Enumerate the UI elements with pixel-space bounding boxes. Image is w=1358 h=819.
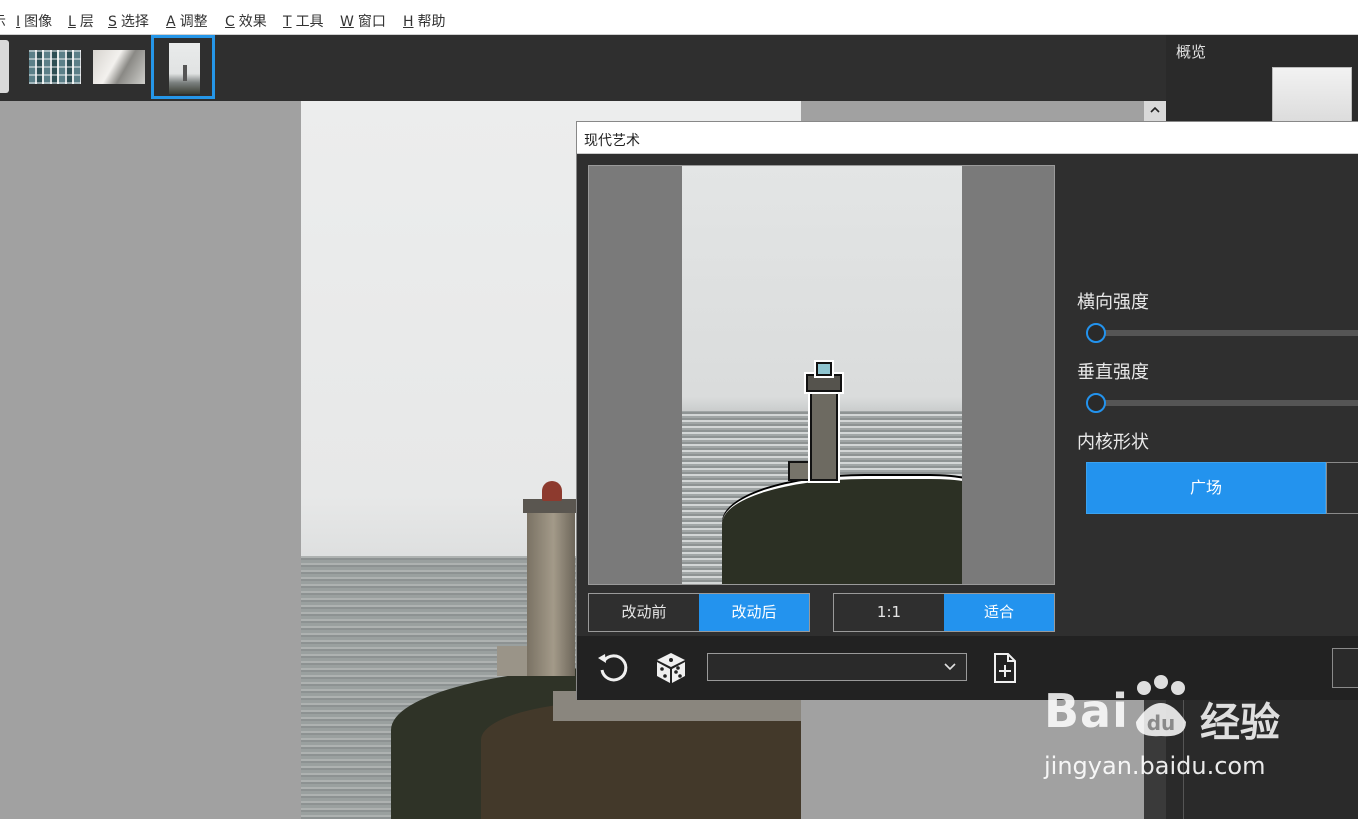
menu-accel-key: H: [403, 14, 414, 30]
image-thumbnail-selected[interactable]: [151, 35, 215, 99]
chevron-down-icon: [942, 658, 958, 674]
menu-item-layer[interactable]: L层: [68, 13, 94, 31]
overview-title: 概览: [1176, 43, 1207, 61]
vertical-strength-slider-handle[interactable]: [1086, 393, 1106, 413]
scroll-up-arrow-icon[interactable]: [1144, 101, 1166, 123]
vertical-strength-slider[interactable]: [1097, 400, 1358, 406]
menu-accel-key: T: [283, 14, 292, 30]
image-thumbnail[interactable]: [93, 50, 145, 84]
dialog-titlebar[interactable]: 现代艺术: [577, 122, 1358, 154]
vertical-strength-label: 垂直强度: [1077, 362, 1149, 383]
before-after-toggle: 改动前 改动后: [588, 593, 810, 632]
app-window: 示 I图像 L层 S选择 A调整 C效果 T工具 W窗口 H帮助: [0, 0, 1358, 819]
menu-bar: 示 I图像 L层 S选择 A调整 C效果 T工具 W窗口 H帮助: [0, 0, 1358, 35]
modern-art-dialog: 现代艺术 改动前 改动后 1:1 适合 横向强度 垂直强度 内核形状 广场: [576, 121, 1358, 700]
zoom-toggle: 1:1 适合: [833, 593, 1055, 632]
menu-accel-key: C: [225, 14, 235, 30]
effect-preview[interactable]: [588, 165, 1055, 585]
horizontal-strength-slider-handle[interactable]: [1086, 323, 1106, 343]
menu-item-effects[interactable]: C 效果: [225, 13, 267, 31]
preview-lighthouse-lantern: [814, 360, 834, 378]
photo-lighthouse-tower: [527, 511, 575, 676]
menu-item-adjust[interactable]: A 调整: [166, 13, 208, 31]
lighthouse-thumbnail-image: [169, 43, 200, 94]
after-button[interactable]: 改动后: [699, 594, 809, 631]
menu-accel-key: S: [108, 14, 117, 30]
menu-label: 窗口: [357, 14, 386, 30]
before-button[interactable]: 改动前: [589, 594, 699, 631]
watermark-url: jingyan.baidu.com: [1044, 752, 1266, 780]
watermark-jingyan: 经验: [1200, 700, 1280, 746]
menu-accel-key: A: [166, 14, 176, 30]
dice-icon[interactable]: [653, 650, 689, 686]
baidu-paw-icon: du: [1136, 675, 1186, 737]
kernel-shape-option-button[interactable]: [1326, 462, 1358, 514]
menu-item-tools[interactable]: T 工具: [283, 13, 324, 31]
menu-item-help[interactable]: H 帮助: [403, 13, 446, 31]
reset-icon[interactable]: [595, 650, 631, 686]
image-tab-strip: [0, 35, 1166, 101]
menu-label: 效果: [238, 14, 267, 30]
baidu-jingyan-watermark: Bai du 经验 jingyan.baidu.com: [1040, 672, 1340, 792]
dialog-title: 现代艺术: [584, 133, 640, 149]
menu-label: 图像: [24, 14, 53, 30]
preview-lighthouse-tower: [808, 389, 840, 483]
preview-rock: [722, 476, 962, 584]
menu-item-image[interactable]: I 图像: [16, 13, 52, 31]
new-file-icon[interactable]: [990, 650, 1020, 686]
menu-label: 调整: [179, 14, 208, 30]
overview-thumbnail[interactable]: [1272, 67, 1352, 123]
menu-label: 层: [79, 14, 94, 30]
watermark-brand: Bai: [1044, 684, 1129, 738]
photo-lighthouse-lantern: [542, 481, 562, 501]
zoom-fit-button[interactable]: 适合: [944, 594, 1054, 631]
menu-accel-key: L: [68, 14, 76, 30]
preview-lighthouse-gallery: [804, 372, 844, 394]
menu-item-select[interactable]: S 选择: [108, 13, 149, 31]
zoom-actual-size-button[interactable]: 1:1: [834, 594, 944, 631]
menu-accel-key: I: [16, 14, 21, 30]
image-thumbnail[interactable]: [29, 50, 81, 84]
preset-dropdown[interactable]: [707, 653, 967, 681]
menu-item-view[interactable]: 示: [0, 13, 6, 31]
menu-accel-key: W: [340, 14, 354, 30]
menu-label: 工具: [295, 14, 324, 30]
preview-image: [682, 166, 962, 584]
kernel-shape-square-button[interactable]: 广场: [1086, 462, 1326, 514]
menu-item-window[interactable]: W 窗口: [340, 13, 386, 31]
horizontal-strength-slider[interactable]: [1097, 330, 1358, 336]
menu-label: 选择: [120, 14, 149, 30]
watermark-brand-suffix: du: [1147, 711, 1176, 735]
photo-lighthouse-gallery: [523, 499, 579, 513]
image-thumbnail[interactable]: [0, 40, 9, 93]
menu-label: 示: [0, 14, 6, 30]
menu-label: 帮助: [417, 14, 446, 30]
kernel-shape-label: 内核形状: [1077, 432, 1149, 453]
horizontal-strength-label: 横向强度: [1077, 292, 1149, 313]
